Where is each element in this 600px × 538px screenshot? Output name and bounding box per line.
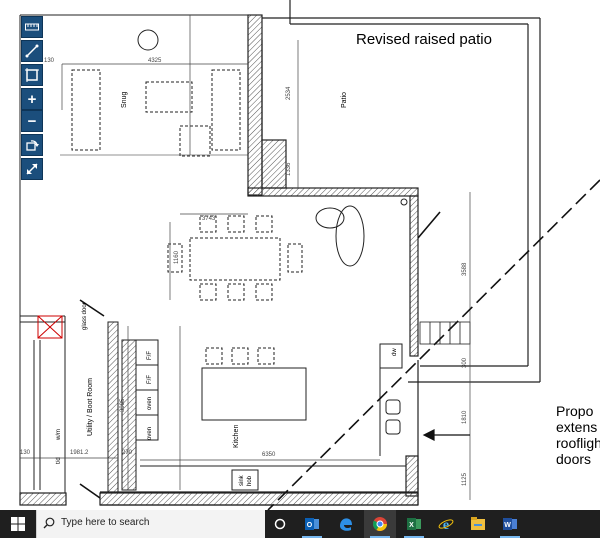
label-dw: dw [392, 348, 398, 356]
svg-text:O: O [307, 522, 313, 529]
expand-icon [26, 163, 38, 175]
dimension-300: 300 [462, 357, 468, 368]
snug-walls [60, 14, 263, 196]
label-ff-2: F/F [147, 375, 153, 384]
label-glass-door: glass door [82, 302, 88, 330]
chrome-icon [372, 517, 387, 531]
room-label-kitchen: Kitchen [233, 425, 240, 448]
label-td: t/d [56, 457, 62, 464]
dimension-4325: 4325 [148, 58, 162, 64]
note-line-3: roofligh [556, 435, 600, 451]
room-label-patio: Patio [341, 92, 348, 108]
dimension-1336: 1336 [286, 162, 292, 176]
patio-title: Revised raised patio [356, 31, 492, 48]
start-button[interactable] [0, 510, 36, 538]
zoom-out-button[interactable]: − [21, 110, 43, 132]
line-icon [25, 44, 39, 58]
ruler-tool-button[interactable] [21, 16, 43, 38]
windows-taskbar: Type here to search O X e W [0, 510, 600, 538]
room-label-snug: Snug [121, 92, 128, 108]
file-explorer-taskbar-button[interactable] [462, 510, 494, 538]
label-oven-1: oven [147, 397, 153, 410]
search-placeholder: Type here to search [61, 517, 150, 528]
search-icon [43, 517, 55, 529]
word-taskbar-button[interactable]: W [494, 510, 526, 538]
frame-icon [25, 68, 39, 82]
oval-fixture [315, 198, 408, 267]
dimension-6350: 6350 [262, 452, 276, 458]
ie-taskbar-button[interactable]: e [430, 510, 462, 538]
snug-furniture [71, 69, 241, 157]
utility-walls [20, 315, 119, 493]
label-oven-2: oven [147, 427, 153, 440]
dimension-1160: 1160 [174, 250, 180, 264]
outlook-taskbar-button[interactable]: O [296, 510, 328, 538]
dimension-270: 270 [122, 450, 133, 456]
taskbar-search-box[interactable]: Type here to search [36, 510, 265, 538]
dimension-1125: 1125 [462, 472, 468, 486]
frame-tool-button[interactable] [21, 64, 43, 86]
label-sink: sink [239, 474, 245, 486]
outlook-icon: O [305, 518, 319, 530]
expand-button[interactable] [21, 158, 43, 180]
drawing-viewer[interactable]: Revised raised patio Snug Patio Utility … [0, 0, 600, 510]
excel-taskbar-button[interactable]: X [398, 510, 430, 538]
edge-taskbar-button[interactable] [330, 510, 362, 538]
room-label-utility: Utility / Boot Room [87, 378, 94, 436]
windows-logo-icon [11, 517, 25, 531]
note-line-2: extens [556, 419, 597, 435]
label-hob: hob [247, 475, 253, 486]
dimension-3985: 3985 [120, 398, 126, 412]
note-arrow [422, 429, 470, 441]
line-tool-button[interactable] [21, 40, 43, 62]
note-line-1: Propo [556, 403, 594, 419]
rotate-icon [26, 140, 39, 151]
dimension-3743: 3743 [202, 216, 216, 222]
steps [419, 321, 471, 345]
dimension-1981: 1981.2 [70, 450, 89, 456]
svg-text:W: W [504, 522, 511, 529]
word-icon: W [503, 518, 517, 530]
zoom-in-icon: + [27, 90, 37, 108]
svg-text:X: X [409, 522, 414, 529]
kitchen-island [201, 347, 307, 421]
dimension-130: 130 [44, 58, 55, 64]
excel-icon: X [407, 518, 421, 530]
snug-lamp [137, 29, 159, 51]
file-explorer-icon [471, 517, 485, 530]
label-ff-1: F/F [147, 351, 153, 360]
ruler-icon [25, 23, 39, 31]
task-view-button[interactable] [264, 510, 296, 538]
chrome-taskbar-button[interactable] [364, 510, 396, 538]
zoom-out-icon: − [27, 112, 37, 130]
task-view-icon [274, 518, 286, 530]
dimension-130b: 130 [20, 450, 31, 456]
rotate-button[interactable] [21, 134, 43, 156]
edge-icon [340, 518, 352, 531]
note-line-4: doors [556, 451, 591, 467]
ie-icon: e [438, 518, 454, 532]
dimension-2534: 2534 [286, 86, 292, 100]
dining-table [167, 215, 303, 301]
dimension-3588: 3588 [462, 262, 468, 276]
floor-plan-drawing: Revised raised patio Snug Patio Utility … [19, 0, 600, 510]
dimension-1810: 1810 [462, 410, 468, 424]
label-wm: w/m [56, 429, 62, 441]
zoom-in-button[interactable]: + [21, 88, 43, 110]
